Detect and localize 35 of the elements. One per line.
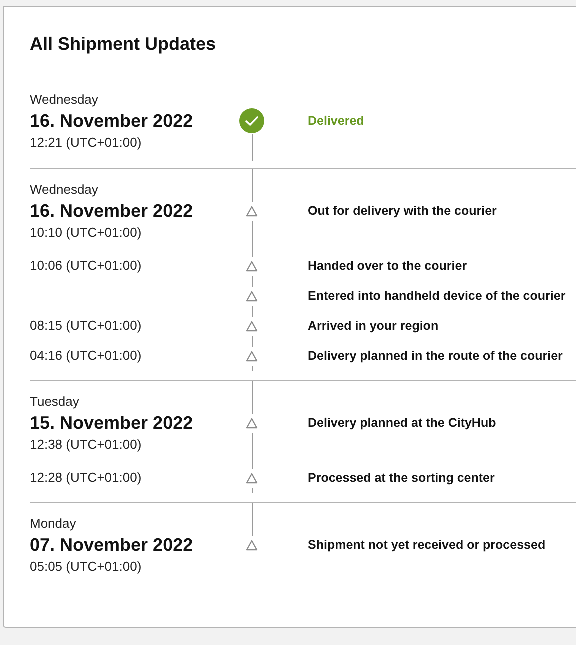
event-description: Arrived in your region: [308, 318, 440, 335]
time-label: 04:16 (UTC+01:00): [30, 347, 142, 365]
triangle-icon: [246, 260, 258, 272]
time-label: 05:05 (UTC+01:00): [30, 558, 143, 576]
time-label: 12:21 (UTC+01:00): [30, 134, 143, 152]
date-label: 07. November 2022: [30, 534, 194, 557]
event-description: Handed over to the courier: [308, 258, 468, 275]
weekday-label: Monday: [30, 515, 78, 533]
event-description: Delivery planned at the CityHub: [308, 415, 498, 432]
time-label: 10:10 (UTC+01:00): [30, 224, 143, 242]
triangle-icon: [246, 540, 258, 550]
date-label: 15. November 2022: [30, 412, 194, 435]
weekday-label: Wednesday: [30, 91, 100, 109]
triangle-icon: [246, 206, 258, 216]
triangle-icon: [246, 320, 258, 332]
triangle-icon: [246, 418, 258, 428]
date-label: 16. November 2022: [30, 200, 194, 223]
time-label: 12:38 (UTC+01:00): [30, 436, 143, 454]
triangle-icon: [246, 472, 258, 484]
triangle-icon: [246, 290, 258, 302]
time-label: 12:28 (UTC+01:00): [30, 469, 142, 487]
triangle-icon: [246, 350, 258, 362]
weekday-label: Wednesday: [30, 181, 100, 199]
date-label: 16. November 2022: [30, 110, 194, 133]
event-description: Delivery planned in the route of the courier: [308, 348, 564, 365]
time-label: 08:15 (UTC+01:00): [30, 317, 142, 335]
section-title: All Shipment Updates: [29, 33, 218, 56]
status-label: Delivered: [308, 113, 366, 130]
event-description: Shipment not yet received or processed: [308, 537, 547, 554]
check-icon: [239, 108, 265, 134]
event-description: Entered into handheld device of the courier: [308, 288, 567, 305]
event-description: Out for delivery with the courier: [308, 203, 498, 220]
weekday-label: Tuesday: [30, 393, 80, 411]
event-description: Processed at the sorting center: [308, 470, 496, 487]
time-label: 10:06 (UTC+01:00): [30, 257, 142, 275]
